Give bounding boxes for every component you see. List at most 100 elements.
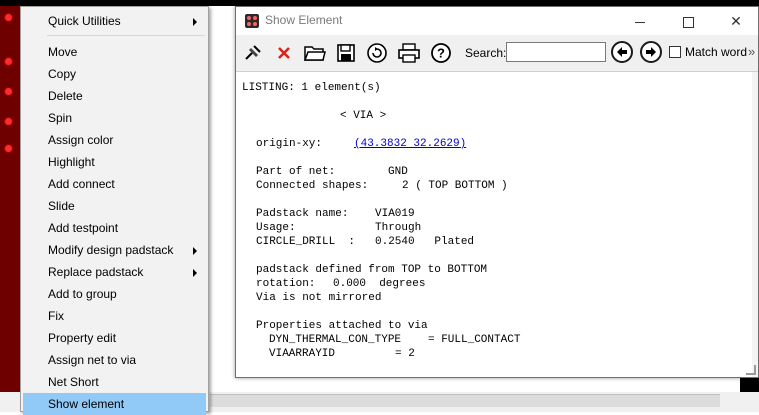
menu-item-label: Property edit xyxy=(48,331,117,345)
submenu-arrow-icon xyxy=(193,269,197,277)
menu-item-replace-padstack[interactable]: Replace padstack xyxy=(23,261,206,283)
submenu-arrow-icon xyxy=(193,247,197,255)
menu-item-label: Highlight xyxy=(48,155,95,169)
title-bar[interactable]: Show Element ✕ xyxy=(236,7,758,35)
menu-item-fix[interactable]: Fix xyxy=(23,305,206,327)
drill-value: 0.2540 Plated xyxy=(375,236,475,248)
save-icon xyxy=(337,44,355,62)
via-marker xyxy=(5,58,12,65)
close-listing-button[interactable] xyxy=(271,40,297,66)
folder-open-icon xyxy=(304,46,326,61)
command-line xyxy=(210,394,720,407)
pin-button[interactable] xyxy=(240,40,266,66)
origin-label: origin-xy: xyxy=(256,138,323,150)
print-button[interactable] xyxy=(396,40,422,66)
menu-item-modify-design-padstack[interactable]: Modify design padstack xyxy=(23,239,206,261)
close-icon: ✕ xyxy=(730,13,742,29)
menu-item-add-to-group[interactable]: Add to group xyxy=(23,283,206,305)
print-icon xyxy=(398,43,420,63)
search-input[interactable] xyxy=(506,42,606,62)
show-element-window: Show Element ✕ ? Search: Match word » LI… xyxy=(235,6,759,378)
menu-item-assign-color[interactable]: Assign color xyxy=(23,129,206,151)
search-label: Search: xyxy=(465,46,507,60)
svg-text:?: ? xyxy=(437,46,445,61)
maximize-icon xyxy=(682,16,694,28)
menu-item-property-edit[interactable]: Property edit xyxy=(23,327,206,349)
mirror-status: Via is not mirrored xyxy=(256,292,382,304)
menu-item-label: Replace padstack xyxy=(48,265,144,279)
match-word-checkbox[interactable] xyxy=(669,46,681,58)
menu-item-label: Net Short xyxy=(48,375,99,389)
menu-item-label: Spin xyxy=(48,111,73,125)
match-word-label: Match word xyxy=(685,45,748,59)
refresh-button[interactable] xyxy=(364,40,390,66)
property-name: VIAARRAYID xyxy=(269,348,336,360)
menu-item-label: Delete xyxy=(48,89,83,103)
menu-separator xyxy=(47,35,205,36)
save-button[interactable] xyxy=(333,40,359,66)
menu-item-slide[interactable]: Slide xyxy=(23,195,206,217)
rotation-value: 0.000 degrees xyxy=(333,278,426,290)
listing-text-area[interactable]: LISTING: 1 element(s) < VIA > origin-xy:… xyxy=(236,72,752,377)
menu-item-highlight[interactable]: Highlight xyxy=(23,151,206,173)
open-button[interactable] xyxy=(302,40,328,66)
menu-item-label: Add connect xyxy=(48,177,115,191)
menu-item-label: Slide xyxy=(48,199,75,213)
menu-item-label: Move xyxy=(48,45,78,59)
via-marker xyxy=(5,14,12,21)
padstack-name-value: VIA019 xyxy=(375,208,415,220)
properties-header: Properties attached to via xyxy=(256,320,428,332)
menu-item-add-connect[interactable]: Add connect xyxy=(23,173,206,195)
menu-item-add-testpoint[interactable]: Add testpoint xyxy=(23,217,206,239)
context-menu: Quick Utilities Move Copy Delete Spin As… xyxy=(20,6,209,415)
menu-item-assign-net-to-via[interactable]: Assign net to via xyxy=(23,349,206,371)
via-marker xyxy=(5,88,12,95)
minimize-button[interactable] xyxy=(618,7,662,35)
menu-item-label: Modify design padstack xyxy=(48,243,174,257)
menu-item-move[interactable]: Move xyxy=(23,41,206,63)
property-value: = 2 xyxy=(395,348,415,360)
close-button[interactable]: ✕ xyxy=(714,7,758,35)
menu-item-quick-utilities[interactable]: Quick Utilities xyxy=(23,10,206,32)
resize-grip-icon[interactable] xyxy=(746,365,756,375)
minimize-icon xyxy=(635,21,645,23)
menu-item-spin[interactable]: Spin xyxy=(23,107,206,129)
padstack-defined-text: padstack defined from TOP to BOTTOM xyxy=(256,264,488,276)
via-marker xyxy=(5,118,12,125)
listing-header: LISTING: 1 element(s) xyxy=(242,82,381,94)
find-next-button[interactable] xyxy=(640,41,662,63)
rotation-label: rotation: xyxy=(256,278,316,290)
app-icon xyxy=(245,14,259,28)
toolbar-overflow-chevron[interactable]: » xyxy=(748,44,755,59)
menu-item-label: Add to group xyxy=(48,287,117,301)
close-x-icon xyxy=(278,47,290,59)
menu-item-label: Show element xyxy=(48,397,125,411)
menu-item-copy[interactable]: Copy xyxy=(23,63,206,85)
drill-label: CIRCLE_DRILL : xyxy=(256,236,356,248)
window-title: Show Element xyxy=(265,13,343,27)
property-value: = FULL_CONTACT xyxy=(428,334,521,346)
arrow-right-icon xyxy=(646,47,656,57)
usage-label: Usage: xyxy=(256,222,296,234)
help-button[interactable]: ? xyxy=(428,40,454,66)
design-canvas-strip[interactable] xyxy=(0,0,20,412)
connected-shapes-label: Connected shapes: xyxy=(256,180,369,192)
vertical-scrollbar[interactable] xyxy=(752,72,758,377)
arrow-left-icon xyxy=(617,47,627,57)
menu-item-delete[interactable]: Delete xyxy=(23,85,206,107)
toolbar: ? Search: Match word » xyxy=(236,35,758,72)
element-type: < VIA > xyxy=(340,110,387,122)
help-icon: ? xyxy=(431,43,451,63)
menu-item-net-short[interactable]: Net Short xyxy=(23,371,206,393)
menu-item-label: Assign net to via xyxy=(48,353,137,367)
find-previous-button[interactable] xyxy=(611,41,633,63)
part-of-net-label: Part of net: xyxy=(256,166,336,178)
via-marker xyxy=(5,145,12,152)
menu-item-label: Assign color xyxy=(48,133,114,147)
menu-item-label: Fix xyxy=(48,309,64,323)
maximize-button[interactable] xyxy=(666,7,710,35)
pin-icon xyxy=(245,45,261,60)
submenu-arrow-icon xyxy=(193,18,197,26)
menu-item-label: Add testpoint xyxy=(48,221,119,235)
origin-coordinate-link[interactable]: (43.3832 32.2629) xyxy=(354,137,466,151)
